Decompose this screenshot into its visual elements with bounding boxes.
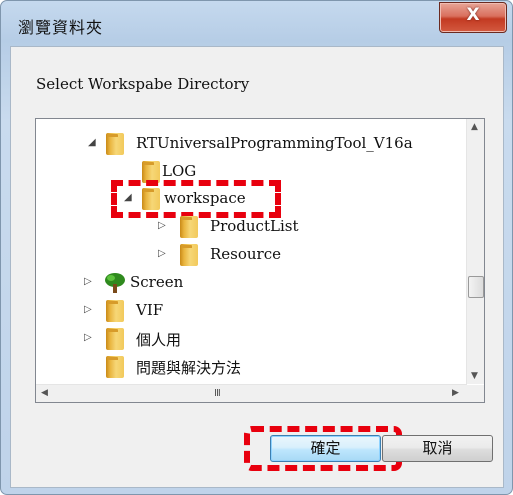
tree-item-label: Screen <box>130 273 184 291</box>
tree-item-label: RTUniversalProgrammingTool_V16a <box>136 134 413 152</box>
collapsed-arrow-icon[interactable]: ▷ <box>84 276 92 287</box>
collapsed-arrow-icon[interactable]: ▷ <box>84 332 92 343</box>
dialog-window: 瀏覽資料夾 X Select Workspabe Directory ◢ RTU… <box>0 0 513 495</box>
folder-icon <box>180 244 198 266</box>
close-icon: X <box>466 5 480 25</box>
vertical-scrollbar[interactable]: ▲ ▼ <box>466 119 484 384</box>
cancel-button[interactable]: 取消 <box>382 435 493 462</box>
tree-item-label: Resource <box>210 245 282 263</box>
close-button[interactable]: X <box>439 2 507 33</box>
horizontal-scrollbar[interactable]: ◀ III ▶ <box>36 384 467 402</box>
scroll-corner <box>467 385 484 402</box>
horizontal-scroll-grip[interactable]: III <box>214 388 221 399</box>
window-title: 瀏覽資料夾 <box>18 18 104 37</box>
ok-highlight-box <box>244 426 402 471</box>
tree-item-label: 個人用 <box>136 331 182 349</box>
vertical-scroll-thumb[interactable] <box>468 276 484 298</box>
scroll-down-arrow-icon[interactable]: ▼ <box>471 371 478 381</box>
tree-item-label: 問題與解決方法 <box>136 359 242 377</box>
dialog-prompt: Select Workspabe Directory <box>36 75 250 93</box>
folder-icon <box>106 356 124 378</box>
tree-icon <box>105 273 125 293</box>
folder-tree[interactable]: ◢ RTUniversalProgrammingTool_V16a LOG ◢ … <box>35 118 485 403</box>
tree-item-label: ProductList <box>210 217 299 235</box>
scroll-right-arrow-icon[interactable]: ▶ <box>452 388 459 398</box>
expanded-arrow-icon[interactable]: ◢ <box>88 137 96 148</box>
workspace-highlight-box <box>111 180 281 218</box>
folder-icon <box>106 300 124 322</box>
collapsed-arrow-icon[interactable]: ▷ <box>84 304 92 315</box>
tree-item-label: LOG <box>162 162 197 180</box>
tree-item-label: VIF <box>136 301 164 319</box>
scroll-up-arrow-icon[interactable]: ▲ <box>471 122 478 132</box>
folder-icon <box>106 328 124 350</box>
folder-icon <box>180 216 198 238</box>
scroll-left-arrow-icon[interactable]: ◀ <box>41 388 48 398</box>
folder-icon <box>106 133 124 155</box>
collapsed-arrow-icon[interactable]: ▷ <box>158 220 166 231</box>
collapsed-arrow-icon[interactable]: ▷ <box>158 248 166 259</box>
dialog-body: Select Workspabe Directory ◢ RTUniversal… <box>10 46 504 488</box>
